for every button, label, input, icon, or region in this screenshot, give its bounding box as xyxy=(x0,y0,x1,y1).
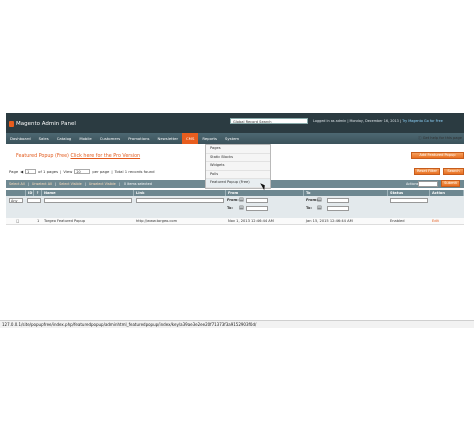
user-info-text: Logged in as admin | Monday, December 16… xyxy=(313,119,402,123)
help-text: Get help for this page xyxy=(422,136,462,140)
unselect-all-link[interactable]: Unselect All xyxy=(29,182,55,186)
add-featured-popup-button[interactable]: Add Featured Popup xyxy=(411,152,464,159)
status-filter-select[interactable] xyxy=(390,198,428,203)
submit-button[interactable]: Submit xyxy=(441,180,460,187)
unselect-visible-link[interactable]: Unselect Visible xyxy=(86,182,119,186)
menu-item-widgets[interactable]: Widgets xyxy=(206,162,270,171)
actions-select[interactable] xyxy=(418,181,438,187)
select-all-link[interactable]: Select All xyxy=(6,182,28,186)
nav-catalog[interactable]: Catalog xyxy=(53,133,76,144)
name-filter-input[interactable] xyxy=(44,198,132,203)
total-separator: | xyxy=(111,169,113,174)
help-icon: ⓘ xyxy=(418,136,422,140)
magento-logo[interactable]: Magento Admin Panel xyxy=(9,119,109,129)
id-filter-input[interactable] xyxy=(27,198,41,203)
cell-id: 1 xyxy=(37,219,40,223)
select-visible-link[interactable]: Select Visible xyxy=(56,182,85,186)
row-checkbox[interactable]: □ xyxy=(14,218,19,224)
filter-row: Any From: ▤ To: ▤ From: ▤ To: ▤ xyxy=(6,196,464,219)
nav-reports[interactable]: Reports xyxy=(198,133,221,144)
cell-to: Jan 15, 2015 12:46:44 AM xyxy=(306,219,353,223)
from-date-to-input[interactable] xyxy=(246,206,268,211)
nav-cms[interactable]: CMS xyxy=(182,133,199,144)
per-page-label: per page xyxy=(92,169,110,174)
of-pages-text: of 1 pages xyxy=(38,169,59,174)
nav-dashboard[interactable]: Dashboard xyxy=(6,133,35,144)
nav-mobile[interactable]: Mobile xyxy=(75,133,95,144)
try-magento-go-link[interactable]: Try Magento Go for Free xyxy=(402,119,443,123)
total-records-text: Total 1 records found xyxy=(114,169,155,174)
link-filter-input[interactable] xyxy=(136,198,224,203)
page-title-text: Featured Popup (Free) xyxy=(16,154,69,159)
to-date-to-input[interactable] xyxy=(327,206,349,211)
search-button[interactable]: Search xyxy=(443,168,464,175)
help-link[interactable]: ⓘ Get help for this page xyxy=(418,136,462,141)
page-label: Page xyxy=(9,169,19,174)
page-input[interactable]: 1 xyxy=(25,169,37,174)
menu-item-polls[interactable]: Polls xyxy=(206,171,270,179)
magento-logo-icon xyxy=(9,121,14,127)
per-page-select[interactable]: 20 xyxy=(74,169,91,174)
nav-newsletter[interactable]: Newsletter xyxy=(154,133,183,144)
nav-sales[interactable]: Sales xyxy=(35,133,53,144)
cell-from: Nov 1, 2013 12:46:44 AM xyxy=(228,219,274,223)
view-separator: | xyxy=(60,169,62,174)
calendar-icon[interactable]: ▤ xyxy=(239,197,244,203)
to-date-to-label: To: xyxy=(306,206,312,210)
prev-page-icon[interactable]: ◀ xyxy=(20,169,23,174)
edit-link[interactable]: Edit xyxy=(430,218,439,224)
cell-name: Torgeo Featured Popup xyxy=(44,219,86,223)
from-date-to-label: To: xyxy=(227,206,233,210)
cell-link: http://www.torgeo.com xyxy=(136,219,178,223)
from-date-from-label: From: xyxy=(227,198,239,202)
actions-label: Actions xyxy=(406,182,419,186)
cell-status: Enabled xyxy=(390,219,405,223)
pager: Page ◀ 1 of 1 pages | View 20 per page |… xyxy=(9,169,155,174)
view-label: View xyxy=(63,169,73,174)
menu-item-static-blocks[interactable]: Static Blocks xyxy=(206,154,270,162)
table-row[interactable]: □ 1 Torgeo Featured Popup http://www.tor… xyxy=(6,218,464,225)
to-date-from-label: From: xyxy=(306,198,318,202)
page-title: Featured Popup (Free) Click here for the… xyxy=(16,154,140,159)
reset-filter-button[interactable]: Reset Filter xyxy=(414,168,440,175)
nav-customers[interactable]: Customers xyxy=(96,133,124,144)
to-date-from-input[interactable] xyxy=(327,198,349,203)
main-nav: Dashboard Sales Catalog Mobile Customers… xyxy=(6,133,464,144)
menu-item-pages[interactable]: Pages xyxy=(206,145,270,154)
logo-text: Magento Admin Panel xyxy=(16,121,76,127)
calendar-icon[interactable]: ▤ xyxy=(239,205,244,211)
pro-version-link[interactable]: Click here for the Pro Version xyxy=(70,154,140,159)
nav-promotions[interactable]: Promotions xyxy=(124,133,153,144)
global-search-input[interactable]: Global Record Search xyxy=(230,118,308,124)
calendar-icon[interactable]: ▤ xyxy=(317,205,322,211)
selected-count: 0 items selected xyxy=(123,182,152,186)
calendar-icon[interactable]: ▤ xyxy=(317,197,322,203)
nav-system[interactable]: System xyxy=(221,133,243,144)
browser-status-bar: 127.0.0.1/site/popupfree/index.php/featu… xyxy=(0,320,474,328)
from-date-from-input[interactable] xyxy=(246,198,268,203)
checkbox-filter-select[interactable]: Any xyxy=(9,198,23,203)
user-info: Logged in as admin | Monday, December 16… xyxy=(313,119,443,123)
